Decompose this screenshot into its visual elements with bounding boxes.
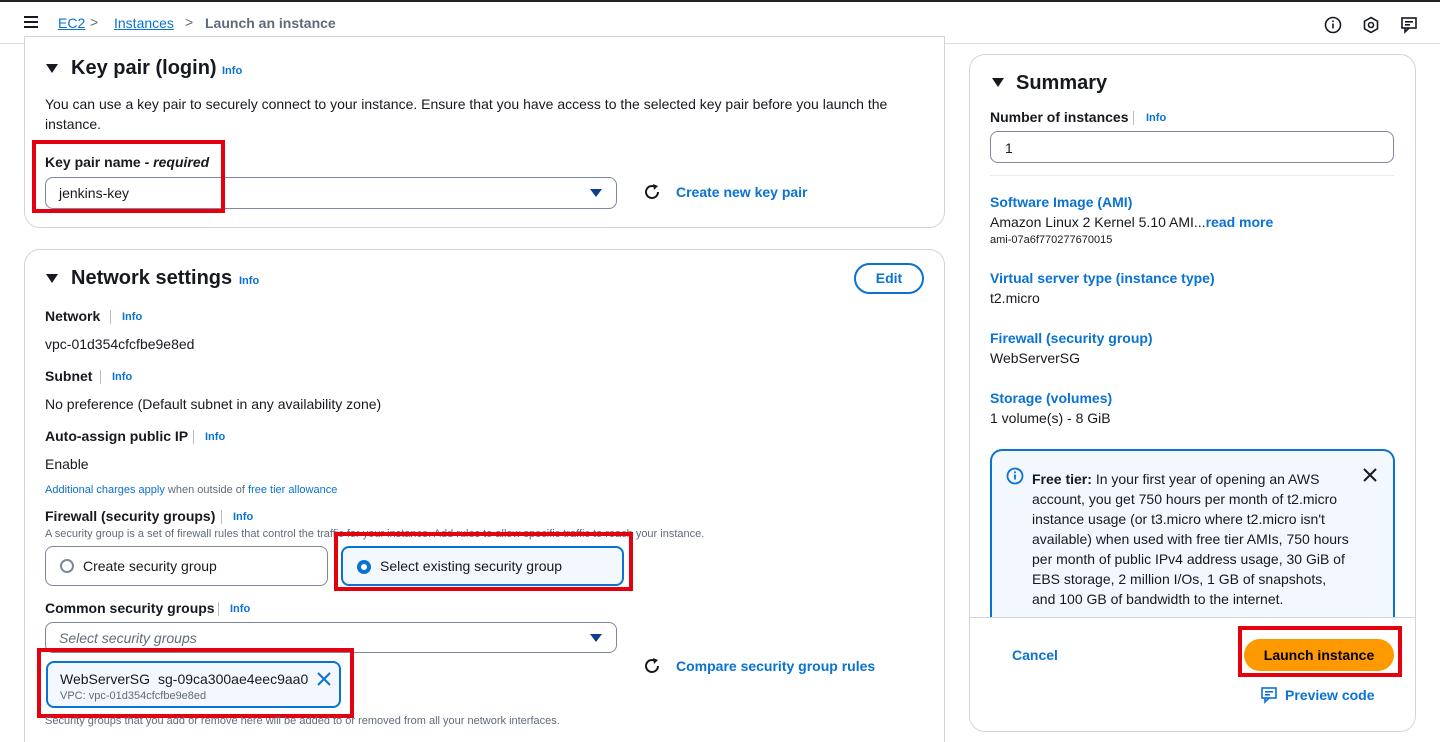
number-of-instances-label: Number of instances bbox=[990, 109, 1129, 125]
info-circle-icon[interactable] bbox=[1324, 16, 1342, 34]
refresh-icon[interactable] bbox=[642, 656, 662, 676]
compare-security-group-rules-link[interactable]: Compare security group rules bbox=[676, 658, 875, 674]
divider bbox=[969, 617, 1416, 618]
network-field-info-link[interactable]: Info bbox=[122, 311, 142, 323]
radio-unselected[interactable] bbox=[60, 559, 74, 573]
subnet-info-link[interactable]: Info bbox=[112, 371, 132, 383]
close-icon[interactable] bbox=[1362, 467, 1378, 483]
menu-icon[interactable] bbox=[24, 16, 38, 28]
charges-note: Additional charges apply when outside of… bbox=[45, 484, 338, 496]
code-preview-icon[interactable] bbox=[1260, 686, 1278, 704]
network-value: vpc-01d354cfcfbe9e8ed bbox=[45, 336, 195, 352]
instances-info-link[interactable]: Info bbox=[1146, 112, 1166, 124]
info-circle-icon bbox=[1006, 467, 1024, 485]
public-ip-value: Enable bbox=[45, 456, 89, 472]
divider bbox=[193, 430, 194, 444]
firewall-summary-value: WebServerSG bbox=[990, 350, 1080, 366]
number-of-instances-value: 1 bbox=[1005, 140, 1013, 156]
storage-value: 1 volume(s) - 8 GiB bbox=[990, 410, 1111, 426]
ami-id: ami-07a6f770277670015 bbox=[990, 234, 1113, 246]
caret-down-icon bbox=[590, 634, 602, 642]
storage-link[interactable]: Storage (volumes) bbox=[990, 390, 1112, 406]
network-info-link[interactable]: Info bbox=[239, 275, 259, 287]
security-groups-footnote: Security groups that you add or remove h… bbox=[45, 715, 560, 727]
network-label: Network bbox=[45, 308, 101, 324]
breadcrumb-ec2[interactable]: EC2 bbox=[58, 15, 85, 31]
preview-code-link[interactable]: Preview code bbox=[1285, 687, 1375, 703]
instance-type-value: t2.micro bbox=[990, 290, 1040, 306]
common-security-groups-label: Common security groups bbox=[45, 600, 215, 616]
key-pair-description: You can use a key pair to securely conne… bbox=[45, 96, 888, 132]
subnet-label: Subnet bbox=[45, 368, 93, 384]
refresh-icon[interactable] bbox=[642, 182, 662, 202]
subnet-value: No preference (Default subnet in any ava… bbox=[45, 396, 382, 412]
divider bbox=[990, 175, 1394, 176]
instance-type-link[interactable]: Virtual server type (instance type) bbox=[990, 270, 1215, 286]
create-security-group-label: Create security group bbox=[83, 558, 217, 574]
public-ip-info-link[interactable]: Info bbox=[205, 431, 225, 443]
breadcrumb-instances[interactable]: Instances bbox=[114, 15, 174, 31]
free-tier-message: Free tier: In your first year of opening… bbox=[1032, 471, 1349, 607]
feedback-icon[interactable] bbox=[1400, 16, 1418, 34]
create-key-pair-link[interactable]: Create new key pair bbox=[676, 184, 808, 200]
collapse-triangle-icon[interactable] bbox=[46, 274, 58, 283]
free-tier-alert: Free tier: In your first year of opening… bbox=[990, 449, 1395, 617]
firewall-label: Firewall (security groups) bbox=[45, 508, 216, 524]
chevron-right-icon: > bbox=[185, 14, 194, 30]
additional-charges-link[interactable]: Additional charges apply bbox=[45, 484, 165, 496]
common-sg-info-link[interactable]: Info bbox=[230, 603, 250, 615]
breadcrumb-current: Launch an instance bbox=[205, 15, 336, 31]
divider bbox=[218, 602, 219, 616]
key-pair-info-link[interactable]: Info bbox=[222, 65, 242, 77]
caret-down-icon bbox=[590, 189, 602, 197]
security-groups-placeholder: Select security groups bbox=[59, 630, 197, 646]
summary-heading: Summary bbox=[1016, 72, 1108, 94]
network-settings-heading: Network settings bbox=[71, 267, 233, 289]
firewall-summary-link[interactable]: Firewall (security group) bbox=[990, 330, 1153, 346]
divider bbox=[100, 370, 101, 384]
ami-link[interactable]: Software Image (AMI) bbox=[990, 194, 1132, 210]
highlight-box bbox=[37, 648, 354, 718]
divider bbox=[221, 510, 222, 524]
divider bbox=[1133, 111, 1134, 125]
highlight-box bbox=[1238, 626, 1402, 677]
collapse-triangle-icon[interactable] bbox=[992, 78, 1004, 87]
cancel-button[interactable]: Cancel bbox=[1012, 647, 1058, 663]
divider bbox=[110, 310, 111, 324]
firewall-info-link[interactable]: Info bbox=[233, 511, 253, 523]
highlight-box bbox=[334, 532, 633, 591]
read-more-link[interactable]: read more bbox=[1206, 214, 1274, 230]
edit-button[interactable]: Edit bbox=[854, 263, 924, 294]
highlight-box bbox=[32, 140, 225, 213]
key-pair-heading: Key pair (login) bbox=[71, 57, 217, 79]
number-of-instances-input[interactable]: 1 bbox=[990, 131, 1394, 163]
free-tier-allowance-link[interactable]: free tier allowance bbox=[248, 484, 337, 496]
ami-value: Amazon Linux 2 Kernel 5.10 AMI...read mo… bbox=[990, 214, 1274, 230]
collapse-triangle-icon[interactable] bbox=[46, 64, 58, 73]
create-security-group-option[interactable]: Create security group bbox=[45, 546, 328, 586]
chevron-right-icon: > bbox=[90, 14, 99, 30]
public-ip-label: Auto-assign public IP bbox=[45, 428, 189, 444]
settings-hexagon-icon[interactable] bbox=[1362, 16, 1380, 34]
